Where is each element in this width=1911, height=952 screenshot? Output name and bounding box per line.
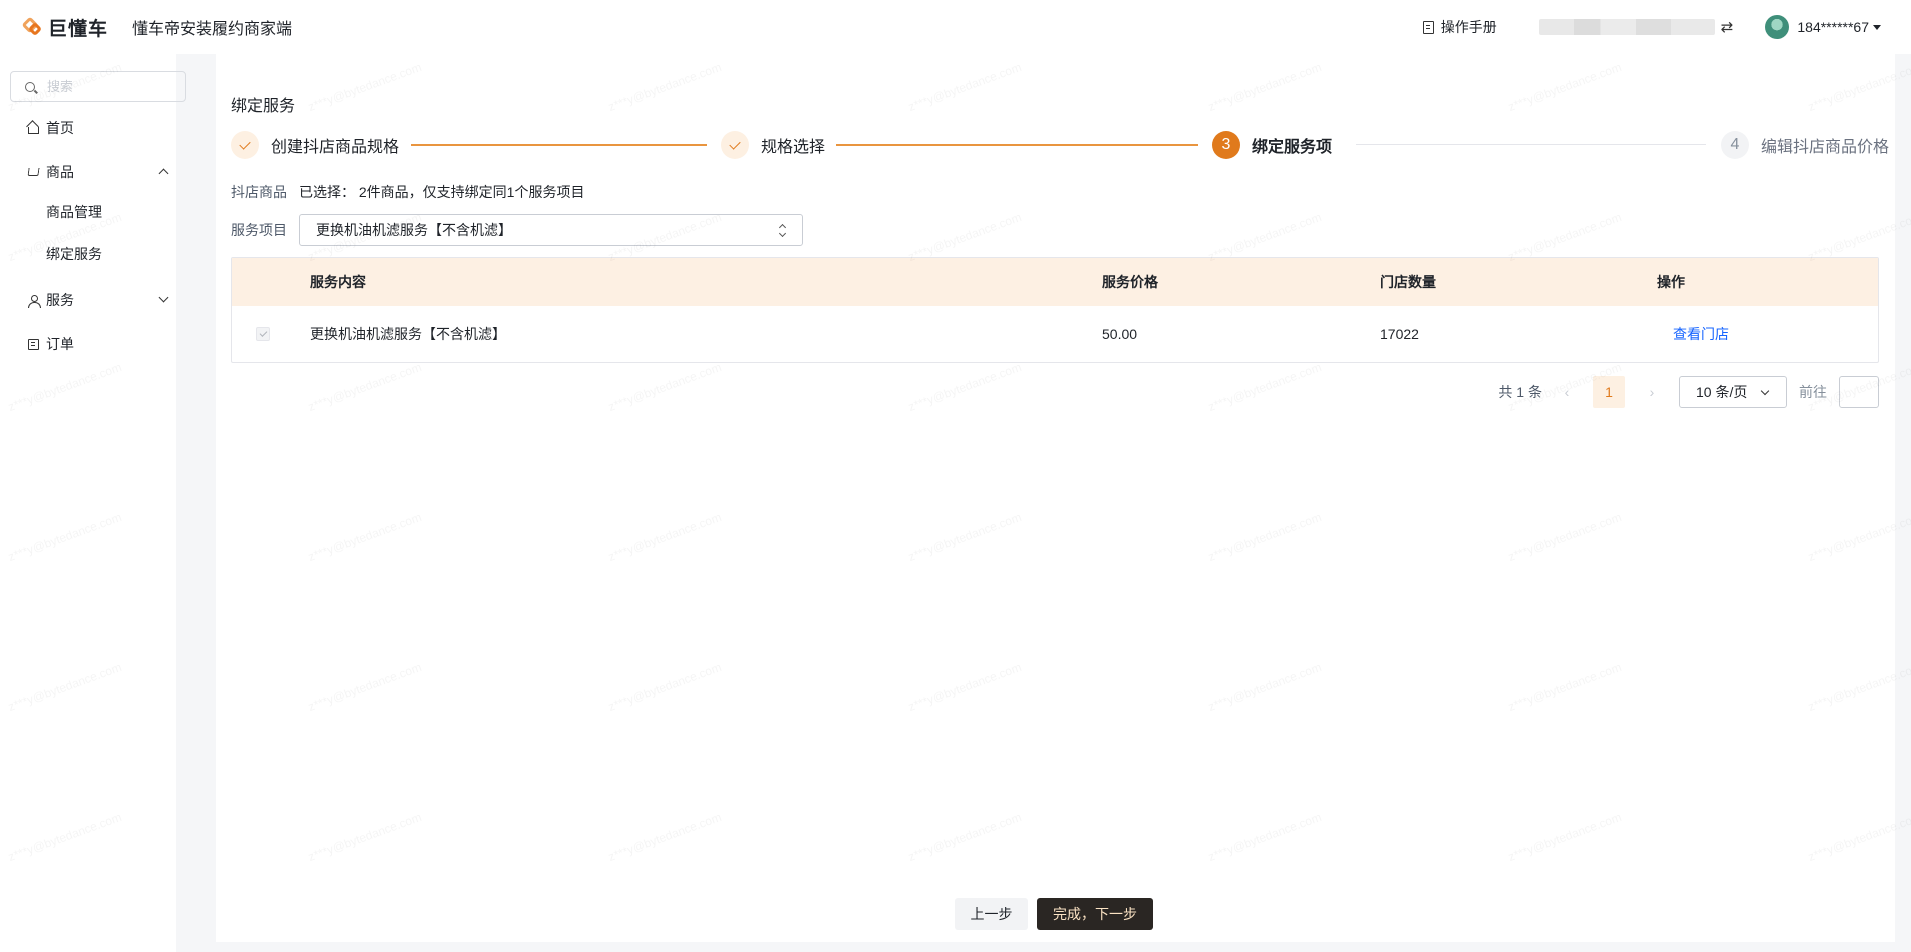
footer-bar: 上一步 完成，下一步 — [216, 886, 1895, 942]
chevron-up-icon[interactable] — [158, 168, 169, 179]
check-icon — [721, 131, 749, 159]
user-icon — [28, 294, 41, 308]
step-number: 3 — [1212, 131, 1240, 159]
service-label: 服务项目 — [231, 222, 287, 238]
pagination: 共 1 条 ‹ 1 › 10 条/页 前往 — [1498, 376, 1879, 408]
chevron-down-icon[interactable] — [158, 292, 169, 303]
product-value: 已选择： 2件商品，仅支持绑定同1个服务项目 — [299, 184, 585, 200]
main-content: 绑定服务 创建抖店商品规格 规格选择 3 绑定服务项 4 编辑抖店商品价格 抖店… — [216, 54, 1895, 886]
sidebar-item-label: 首页 — [46, 120, 74, 136]
chevron-down-icon — [1760, 386, 1770, 396]
caret-down-icon[interactable] — [1873, 24, 1881, 30]
sidebar-item-home[interactable]: 首页 — [28, 118, 74, 138]
sidebar-item-label: 商品 — [46, 164, 74, 180]
goto-page-input[interactable] — [1839, 376, 1879, 408]
search-box[interactable] — [10, 71, 186, 102]
check-icon — [231, 131, 259, 159]
app-title: 懂车帝安装履约商家端 — [132, 21, 293, 38]
manual-label: 操作手册 — [1440, 19, 1497, 35]
sort-arrows-icon — [780, 223, 786, 237]
sidebar-item-orders[interactable]: 订单 — [28, 334, 74, 354]
page-size-value: 10 条/页 — [1696, 384, 1748, 400]
avatar[interactable] — [1765, 15, 1790, 39]
step-label: 创建抖店商品规格 — [271, 139, 400, 156]
step-label: 编辑抖店商品价格 — [1761, 139, 1890, 156]
product-row: 抖店商品 已选择： 2件商品，仅支持绑定同1个服务项目 — [231, 182, 584, 202]
previous-step-button[interactable]: 上一步 — [955, 898, 1028, 930]
pagination-total: 共 1 条 — [1498, 384, 1542, 400]
sidebar-item-services[interactable]: 服务 — [28, 290, 74, 310]
sidebar-item-product-management[interactable]: 商品管理 — [46, 202, 102, 222]
table-header: 服务内容 服务价格 门店数量 操作 — [232, 258, 1878, 306]
table-row: 更换机油机滤服务【不含机滤】 50.00 17022 查看门店 — [232, 306, 1878, 362]
step-connector — [411, 144, 707, 146]
search-input[interactable] — [47, 79, 167, 94]
service-select[interactable]: 更换机油机滤服务【不含机滤】 — [299, 214, 803, 246]
step-4: 4 编辑抖店商品价格 — [1721, 130, 1889, 160]
column-header: 门店数量 — [1380, 274, 1436, 290]
steps-bar: 创建抖店商品规格 规格选择 3 绑定服务项 4 编辑抖店商品价格 — [231, 130, 1891, 160]
column-header: 服务内容 — [310, 274, 366, 290]
account-name[interactable]: 184******67 — [1797, 19, 1869, 35]
step-label: 绑定服务项 — [1252, 139, 1333, 156]
sidebar-item-bind-service[interactable]: 绑定服务 — [46, 244, 102, 264]
price-cell: 50.00 — [1102, 326, 1138, 342]
page-number-current[interactable]: 1 — [1593, 376, 1625, 408]
product-label: 抖店商品 — [231, 184, 287, 200]
sidebar: 首页 商品 商品管理 绑定服务 服务 订单 — [0, 54, 186, 952]
step-connector — [1356, 144, 1706, 145]
goto-label: 前往 — [1799, 384, 1827, 400]
order-icon — [28, 338, 39, 350]
step-2: 规格选择 — [721, 130, 825, 160]
shop-name-redacted — [1538, 19, 1715, 35]
top-bar: 巨懂车 懂车帝安装履约商家端 操作手册 ⇄ 184******67 — [0, 0, 1911, 54]
step-label: 规格选择 — [761, 139, 826, 156]
manual-link[interactable]: 操作手册 — [1422, 17, 1497, 37]
sidebar-item-products[interactable]: 商品 — [27, 162, 74, 182]
chevron-left-icon[interactable]: ‹ — [1562, 384, 1572, 400]
step-connector — [836, 144, 1198, 146]
cart-icon — [27, 168, 40, 176]
page-size-select[interactable]: 10 条/页 — [1679, 376, 1787, 408]
page-title: 绑定服务 — [231, 98, 296, 115]
service-row: 服务项目 更换机油机滤服务【不含机滤】 — [231, 214, 803, 246]
step-1: 创建抖店商品规格 — [231, 130, 399, 160]
finish-next-button[interactable]: 完成，下一步 — [1037, 898, 1153, 930]
search-icon — [25, 81, 35, 92]
logo-icon — [21, 16, 44, 38]
document-icon — [1422, 20, 1434, 34]
step-number: 4 — [1721, 131, 1749, 159]
service-select-value: 更换机油机滤服务【不含机滤】 — [316, 222, 512, 238]
chevron-right-icon[interactable]: › — [1647, 384, 1657, 400]
logo-text: 巨懂车 — [48, 18, 109, 40]
step-3: 3 绑定服务项 — [1212, 130, 1332, 160]
service-table: 服务内容 服务价格 门店数量 操作 更换机油机滤服务【不含机滤】 50.00 1… — [231, 257, 1879, 363]
service-content-cell: 更换机油机滤服务【不含机滤】 — [310, 326, 506, 342]
sidebar-item-label: 服务 — [46, 292, 74, 308]
column-header: 操作 — [1657, 274, 1685, 290]
swap-icon[interactable]: ⇄ — [1721, 18, 1734, 36]
home-icon — [28, 126, 39, 134]
sidebar-item-label: 订单 — [46, 336, 74, 352]
store-count-cell: 17022 — [1380, 326, 1419, 342]
logo[interactable]: 巨懂车 — [21, 14, 109, 41]
view-stores-link[interactable]: 查看门店 — [1673, 324, 1729, 344]
row-checkbox[interactable] — [256, 327, 270, 341]
column-header: 服务价格 — [1102, 274, 1158, 290]
